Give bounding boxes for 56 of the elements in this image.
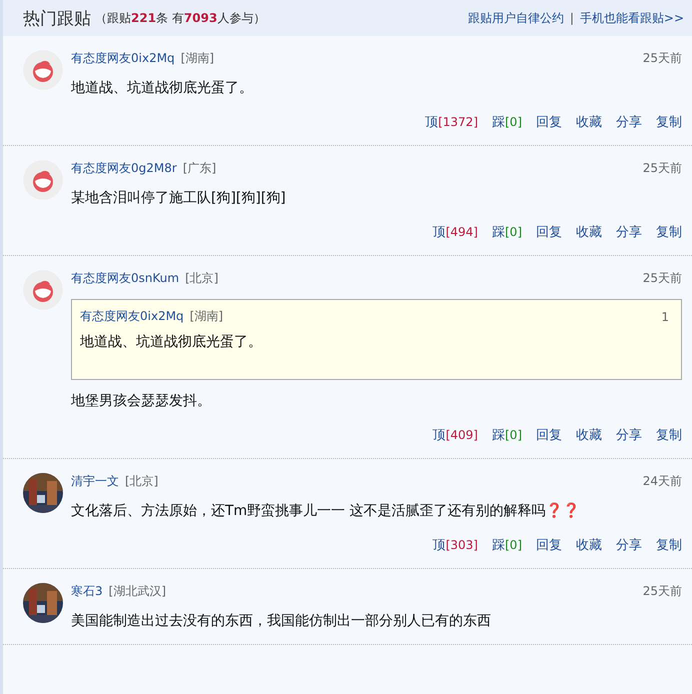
action-link[interactable]: 收藏 [576,113,602,131]
action-link[interactable]: 复制 [656,426,682,444]
location-text: [湖北武汉] [108,583,168,600]
downvote-link[interactable]: 踩[0] [492,113,522,131]
action-link[interactable]: 回复 [536,426,562,444]
separator: | [570,11,574,25]
time-text: 25天前 [642,270,682,287]
comment-text: 某地含泪叫停了施工队[狗][狗][狗] [71,189,287,207]
location-text: [湖南] [190,308,224,325]
downvote-link[interactable]: 踩[0] [492,223,522,241]
location-text: [湖南] [180,50,216,67]
section-title: 热门跟贴 [23,8,91,30]
author-link[interactable]: 有态度网友0ix2Mq [80,308,184,325]
comment-text: 地道战、坑道战彻底光蛋了。 [71,79,254,97]
action-link[interactable]: 收藏 [576,223,602,241]
author-link[interactable]: 清宇一文 [71,473,119,490]
avatar-icon [23,160,63,200]
header-link[interactable]: 手机也能看跟贴>> [580,10,684,26]
action-link[interactable]: 分享 [616,223,642,241]
comment-text: 美国能制造出过去没有的东西，我国能仿制出一部分别人已有的东西 [71,612,492,630]
upvote-link[interactable]: 顶[1372] [425,113,478,131]
floor-number: 1 [661,310,669,324]
location-text: [北京] [185,270,220,287]
action-link[interactable]: 分享 [616,426,642,444]
action-link[interactable]: 分享 [616,536,642,554]
time-text: 25天前 [642,160,682,177]
time-text: 24天前 [642,473,682,490]
upvote-link[interactable]: 顶[303] [432,536,478,554]
avatar-icon [23,50,63,90]
author-link[interactable]: 寒石3 [71,583,103,600]
comment-text: 地堡男孩会瑟瑟发抖。 [71,392,212,410]
comment-text: 地道战、坑道战彻底光蛋了。 [80,333,263,351]
action-link[interactable]: 收藏 [576,536,602,554]
action-link[interactable]: 回复 [536,223,562,241]
location-text: [广东] [182,160,218,177]
location-text: [北京] [125,473,160,490]
downvote-link[interactable]: 踩[0] [492,426,522,444]
action-link[interactable]: 收藏 [576,426,602,444]
action-link[interactable]: 复制 [656,536,682,554]
header-link[interactable]: 跟贴用户自律公约 [468,10,564,26]
time-text: 25天前 [642,583,682,600]
author-link[interactable]: 有态度网友0snKum [71,270,180,287]
action-link[interactable]: 分享 [616,113,642,131]
upvote-link[interactable]: 顶[494] [432,223,478,241]
stats-text: （跟贴221条 有7093人参与） [95,10,266,26]
upvote-link[interactable]: 顶[409] [432,426,478,444]
time-text: 25天前 [642,50,682,67]
downvote-link[interactable]: 踩[0] [492,536,522,554]
author-link[interactable]: 有态度网友0g2M8r [71,160,177,177]
action-link[interactable]: 复制 [656,223,682,241]
avatar-icon [23,270,63,310]
author-link[interactable]: 有态度网友0ix2Mq [71,50,175,67]
action-link[interactable]: 回复 [536,536,562,554]
comment-text: 文化落后、方法原始，还Tm野蛮挑事儿一一 这不是活腻歪了还有别的解释吗❓❓ [71,502,581,520]
action-link[interactable]: 复制 [656,113,682,131]
action-link[interactable]: 回复 [536,113,562,131]
